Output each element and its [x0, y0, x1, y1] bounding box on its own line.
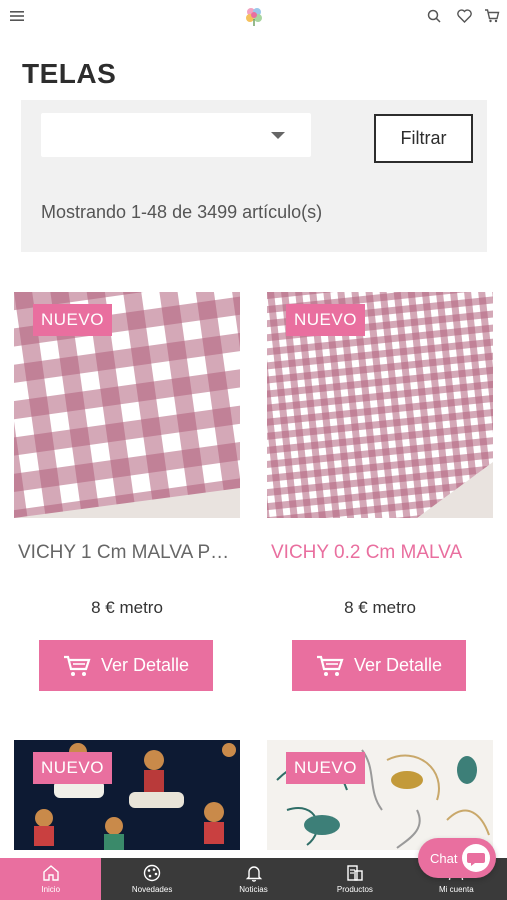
- sort-select[interactable]: [41, 113, 311, 157]
- tab-label: Productos: [336, 885, 373, 894]
- hamburger-icon[interactable]: [8, 7, 26, 25]
- chevron-down-icon: [271, 132, 285, 139]
- cart-icon: [316, 655, 344, 676]
- product-image[interactable]: NUEVO: [14, 292, 240, 518]
- filter-button[interactable]: Filtrar: [374, 114, 473, 163]
- flower-logo[interactable]: [243, 5, 265, 27]
- chat-label: Chat: [430, 850, 458, 866]
- home-icon: [43, 865, 59, 881]
- tab-noticias[interactable]: Noticias: [203, 858, 304, 900]
- search-icon[interactable]: [425, 7, 443, 25]
- page-title: TELAS: [22, 58, 117, 89]
- view-detail-button[interactable]: Ver Detalle: [39, 640, 213, 691]
- heart-icon[interactable]: [455, 7, 473, 25]
- product-image[interactable]: NUEVO: [14, 740, 240, 850]
- cart-icon[interactable]: [483, 7, 501, 25]
- product-card[interactable]: NUEVO: [14, 740, 240, 850]
- main-content: TELAS Filtrar Mostrando 1-48 de 3499 art…: [0, 32, 507, 858]
- product-name[interactable]: VICHY 0.2 Cm MALVA: [271, 542, 493, 564]
- product-card[interactable]: NUEVO VICHY 0.2 Cm MALVA 8 € metro Ver D…: [267, 292, 493, 691]
- new-badge: NUEVO: [286, 304, 365, 336]
- chat-button[interactable]: Chat: [418, 838, 496, 878]
- bell-icon: [245, 866, 262, 882]
- product-image[interactable]: NUEVO: [267, 292, 493, 518]
- products-icon: [347, 865, 363, 881]
- results-count: Mostrando 1-48 de 3499 artículo(s): [41, 202, 323, 222]
- view-detail-button[interactable]: Ver Detalle: [292, 640, 466, 691]
- tab-label: Mi cuenta: [438, 885, 474, 894]
- filter-panel: Filtrar Mostrando 1-48 de 3499 artículo(…: [21, 100, 487, 252]
- product-image[interactable]: NUEVO: [267, 740, 493, 850]
- product-price: 8 € metro: [344, 598, 416, 617]
- tab-productos[interactable]: Productos: [304, 858, 405, 900]
- product-price: 8 € metro: [91, 598, 163, 617]
- product-name[interactable]: VICHY 1 Cm MALVA PREMIUM: [18, 542, 240, 564]
- top-bar: [0, 0, 507, 32]
- chat-bubble-icon: [462, 844, 490, 872]
- palette-icon: [143, 864, 161, 882]
- tab-label: Novedades: [131, 885, 173, 894]
- new-badge: NUEVO: [33, 304, 112, 336]
- new-badge: NUEVO: [33, 752, 112, 784]
- tab-label: Noticias: [239, 885, 268, 894]
- new-badge: NUEVO: [286, 752, 365, 784]
- cart-icon: [63, 655, 91, 676]
- view-detail-label: Ver Detalle: [353, 655, 443, 675]
- tab-label: Inicio: [41, 885, 61, 894]
- product-card[interactable]: NUEVO: [267, 740, 493, 850]
- tab-novedades[interactable]: Novedades: [101, 858, 202, 900]
- product-card[interactable]: NUEVO VICHY 1 Cm MALVA PREMIUM 8 € metro…: [14, 292, 240, 691]
- view-detail-label: Ver Detalle: [100, 655, 190, 675]
- tab-inicio[interactable]: Inicio: [0, 858, 102, 900]
